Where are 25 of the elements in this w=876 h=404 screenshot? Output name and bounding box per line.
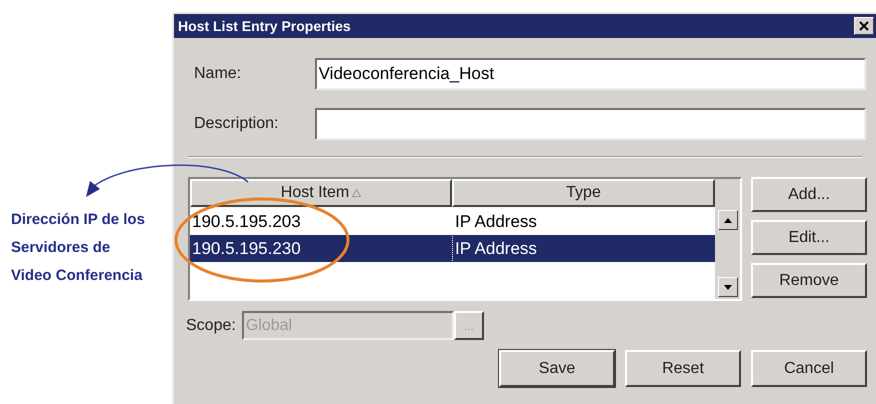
- field-label: Description:: [194, 114, 280, 134]
- input-field[interactable]: Videoconferencia_Host: [314, 58, 866, 90]
- table-cell-text: 190.5.195.203: [191, 210, 302, 233]
- dialog-button[interactable]: Cancel: [751, 350, 867, 387]
- close-icon: [859, 21, 869, 31]
- window-title: Host List Entry Properties: [178, 16, 351, 36]
- scroll-down-button[interactable]: [718, 277, 738, 297]
- field-label: Name:: [194, 64, 242, 84]
- close-button[interactable]: [854, 17, 874, 35]
- table-row[interactable]: 190.5.195.230 IP Address: [190, 235, 715, 262]
- table-cell-text: IP Address: [454, 210, 538, 233]
- up-arrow-icon: [724, 218, 732, 222]
- table-cell-text: 190.5.195.230: [191, 238, 302, 260]
- column-header[interactable]: Host Item: [190, 179, 452, 207]
- side-button[interactable]: Edit...: [751, 220, 867, 255]
- side-button[interactable]: Add...: [751, 177, 867, 212]
- down-arrow-icon: [724, 284, 732, 290]
- dialog-button[interactable]: Reset: [625, 350, 741, 387]
- scrollbar[interactable]: [715, 179, 740, 299]
- scroll-up-button[interactable]: [718, 210, 738, 230]
- annotation-text: Dirección IP de los Servidores de Video Conferencia: [11, 210, 146, 286]
- column-header[interactable]: Type: [452, 179, 715, 207]
- field-label: Scope:: [186, 316, 236, 336]
- side-button[interactable]: Remove: [751, 263, 867, 298]
- dialog-button[interactable]: Save: [499, 350, 615, 387]
